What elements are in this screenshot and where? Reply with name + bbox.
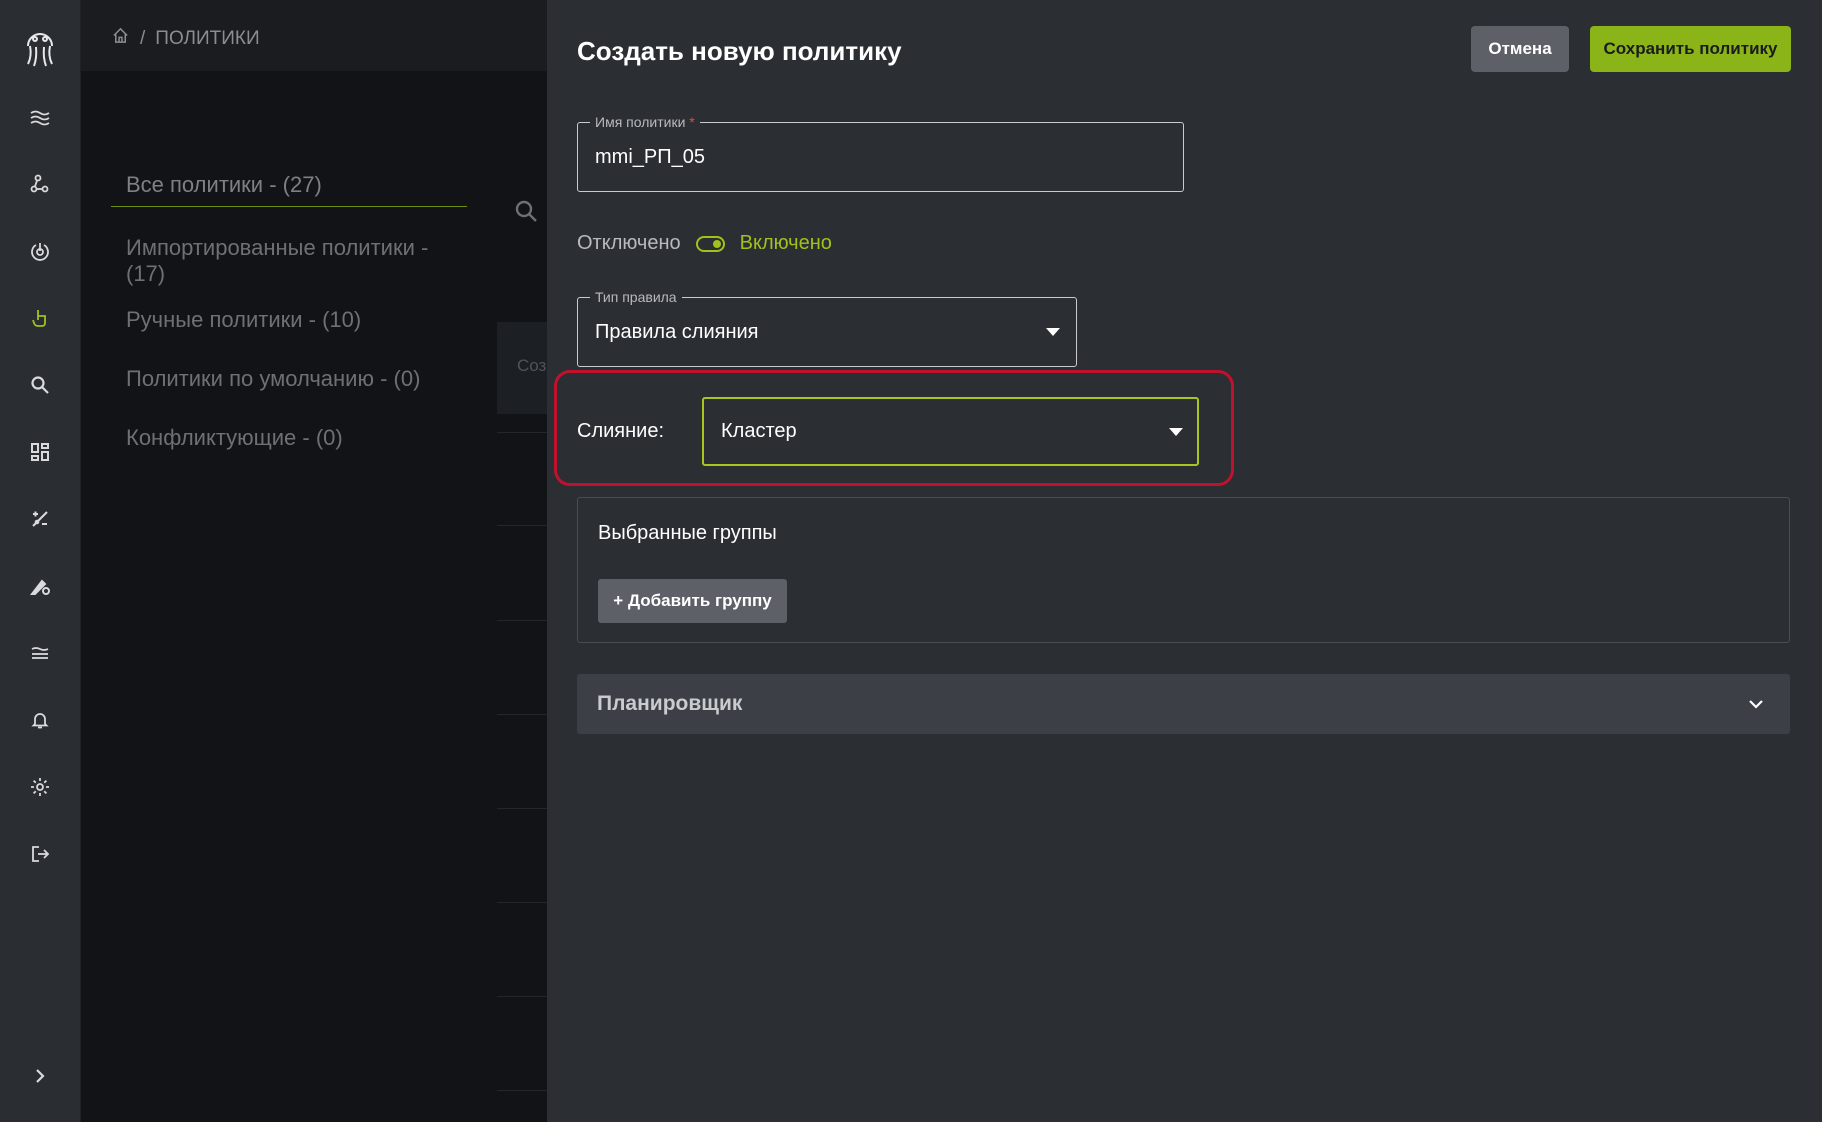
waves-icon[interactable] <box>24 102 56 134</box>
background-page: / ПОЛИТИКИ Все политики - (27) Импортиро… <box>81 0 547 1122</box>
breadcrumb-separator: / <box>140 27 146 49</box>
bell-icon[interactable] <box>24 704 56 736</box>
divider <box>497 714 547 715</box>
policy-nav: Все политики - (27) Импортированные поли… <box>111 172 467 467</box>
selected-groups-panel: Выбранные группы + Добавить группу <box>577 497 1790 643</box>
toggle-knob <box>712 239 721 248</box>
tools-icon[interactable] <box>24 503 56 535</box>
sidebar <box>0 0 81 1122</box>
chevron-down-icon <box>1748 696 1764 712</box>
toggle-on-label: Включено <box>739 232 832 254</box>
top-bar: / ПОЛИТИКИ <box>81 0 547 71</box>
policy-nav-imported[interactable]: Импортированные политики - (17) <box>111 231 467 290</box>
app-root: / ПОЛИТИКИ Все политики - (27) Импортиро… <box>0 0 1822 1122</box>
create-button-partial[interactable]: Соз <box>497 322 547 414</box>
logo-icon[interactable] <box>20 26 60 70</box>
caret-down-icon <box>1046 328 1060 336</box>
divider <box>497 620 547 621</box>
policy-nav-default[interactable]: Политики по умолчанию - (0) <box>111 349 467 408</box>
scheduler-accordion[interactable]: Планировщик <box>577 674 1790 734</box>
toggle-off-label: Отключено <box>577 232 681 254</box>
merge-value: Кластер <box>721 420 797 442</box>
divider <box>497 996 547 997</box>
policy-name-field[interactable]: Имя политики * mmi_РП_05 <box>577 113 1184 192</box>
layers-icon[interactable] <box>24 637 56 669</box>
power-icon[interactable] <box>24 235 56 267</box>
enabled-toggle[interactable] <box>695 235 725 252</box>
divider <box>497 902 547 903</box>
save-policy-button[interactable]: Сохранить политику <box>1590 26 1791 72</box>
policy-name-value[interactable]: mmi_РП_05 <box>595 123 705 191</box>
rule-type-select[interactable]: Тип правила Правила слияния <box>577 288 1077 367</box>
merge-select[interactable]: Кластер <box>702 397 1199 466</box>
scheduler-title: Планировщик <box>597 692 743 715</box>
rule-type-value: Правила слияния <box>595 320 759 343</box>
merge-label: Слияние: <box>577 420 665 442</box>
caret-down-icon <box>1169 427 1183 436</box>
policy-nav-manual[interactable]: Ручные политики - (10) <box>111 290 467 349</box>
search-icon[interactable] <box>24 369 56 401</box>
drawer-title: Создать новую политику <box>577 36 902 66</box>
cancel-button[interactable]: Отмена <box>1471 26 1569 72</box>
add-group-button[interactable]: + Добавить группу <box>598 579 787 623</box>
divider <box>497 1090 547 1091</box>
create-policy-drawer: Создать новую политику Отмена Сохранить … <box>547 0 1822 1122</box>
divider <box>497 432 547 433</box>
edit-settings-icon[interactable] <box>24 570 56 602</box>
divider <box>497 525 547 526</box>
breadcrumb-current[interactable]: ПОЛИТИКИ <box>155 28 259 50</box>
breadcrumb: / ПОЛИТИКИ <box>111 26 260 51</box>
selected-groups-title: Выбранные группы <box>598 522 777 544</box>
divider <box>497 808 547 809</box>
expand-icon[interactable] <box>24 1060 56 1092</box>
policy-nav-conflicting[interactable]: Конфликтующие - (0) <box>111 408 467 467</box>
enabled-toggle-row: Отключено Включено <box>577 232 832 255</box>
policy-nav-all[interactable]: Все политики - (27) <box>111 172 467 207</box>
dashboard-icon[interactable] <box>24 436 56 468</box>
touch-icon[interactable] <box>24 302 56 334</box>
gear-icon[interactable] <box>24 771 56 803</box>
logout-icon[interactable] <box>24 838 56 870</box>
search-icon[interactable] <box>513 198 539 224</box>
home-icon[interactable] <box>111 26 130 51</box>
nodes-icon[interactable] <box>24 168 56 200</box>
